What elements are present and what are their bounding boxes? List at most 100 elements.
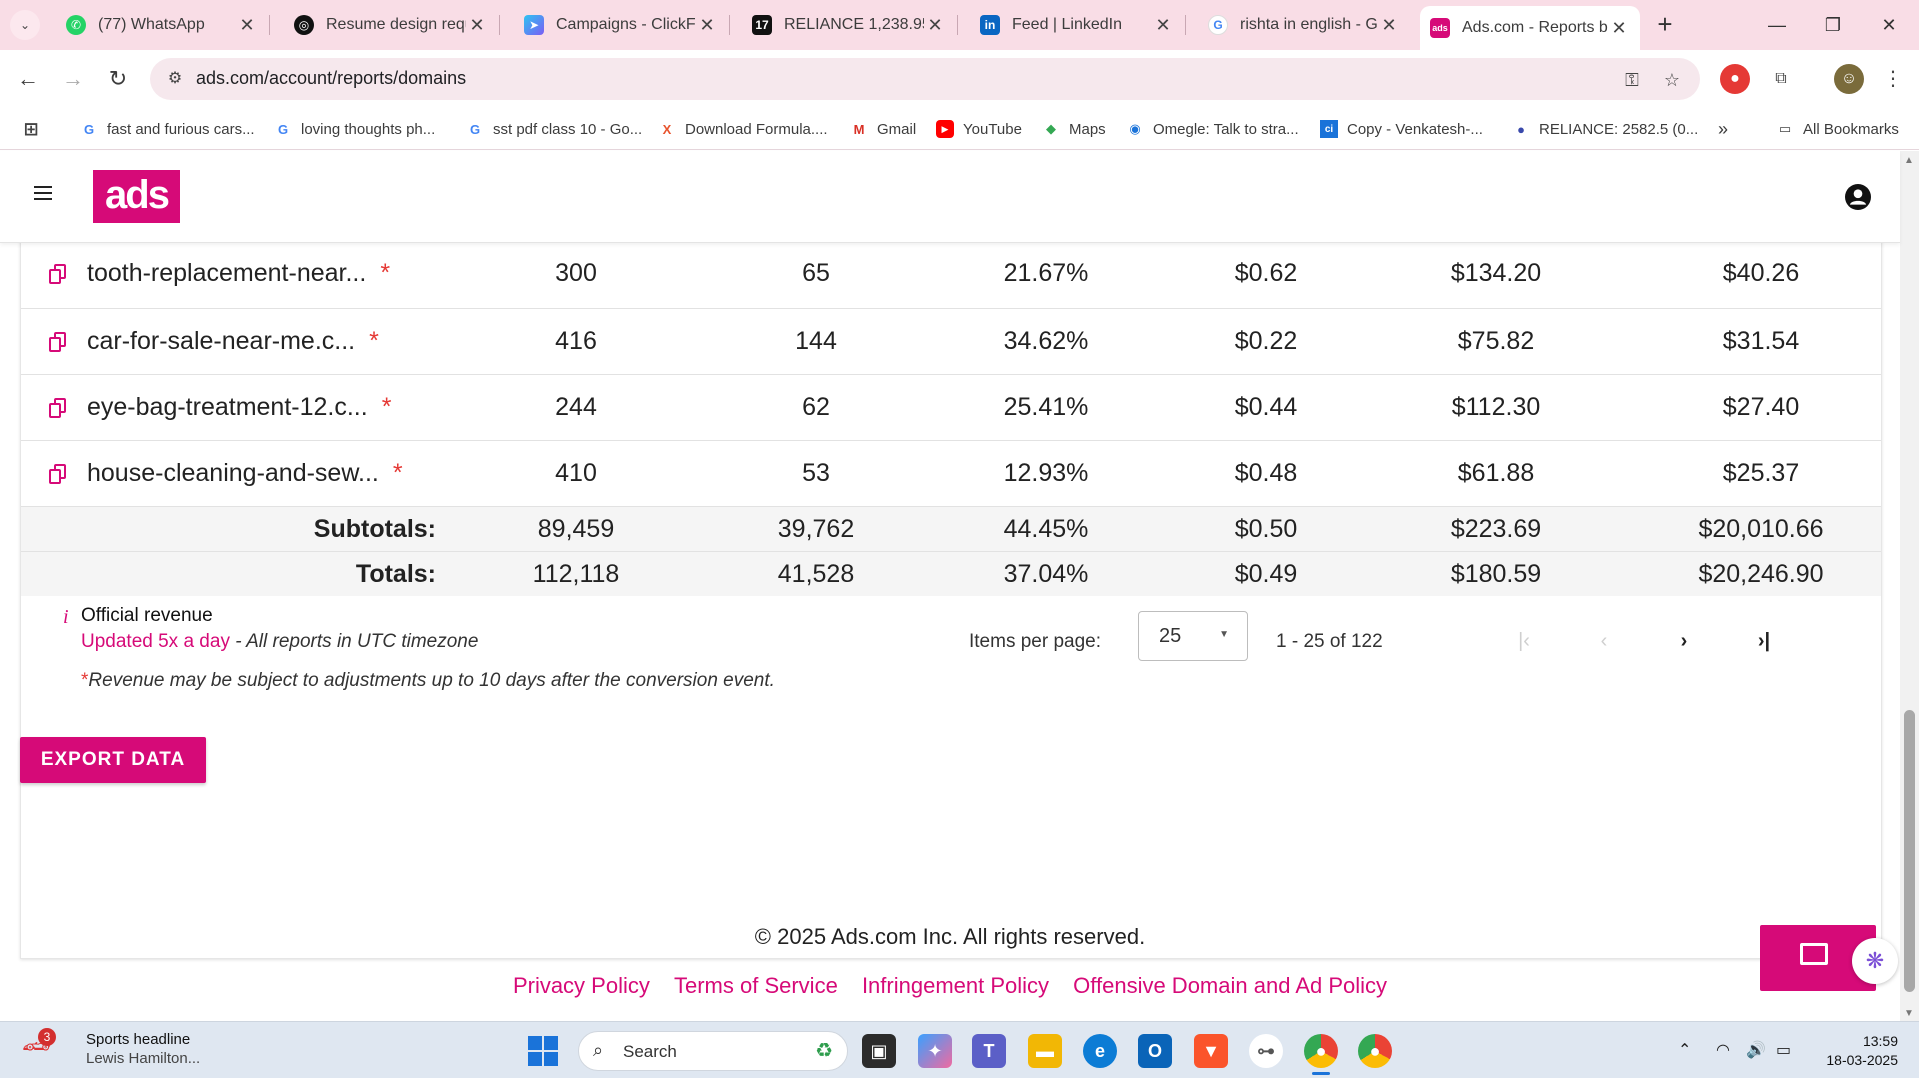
- minimize-icon[interactable]: —: [1752, 8, 1802, 42]
- bookmark-item[interactable]: ci Copy - Venkatesh-...: [1320, 117, 1483, 141]
- bookmark-item[interactable]: X Download Formula....: [658, 117, 828, 141]
- back-arrow-icon[interactable]: ←: [12, 63, 44, 95]
- tray-overflow-chevron-icon[interactable]: ⌃: [1678, 1040, 1691, 1060]
- domain-name[interactable]: car-for-sale-near-me.c...: [87, 327, 355, 356]
- copy-icon[interactable]: [49, 397, 67, 418]
- forward-arrow-icon[interactable]: →: [57, 63, 89, 95]
- file-explorer-icon[interactable]: ▬: [1028, 1034, 1062, 1068]
- reliance-icon: ●: [1517, 121, 1525, 137]
- extensions-puzzle-icon[interactable]: ⧉: [1766, 64, 1796, 94]
- bookmark-item[interactable]: ◆ Maps: [1042, 117, 1106, 141]
- site-info-icon[interactable]: ⚙: [164, 68, 186, 90]
- toggle-app-icon[interactable]: ⊶: [1249, 1034, 1283, 1068]
- hamburger-menu-icon[interactable]: [34, 186, 52, 200]
- infringement-policy-link[interactable]: Infringement Policy: [862, 973, 1049, 998]
- bookmark-item[interactable]: Gfast and furious cars...: [80, 117, 255, 141]
- updated-text: Updated 5x a day: [81, 631, 230, 652]
- teams-icon[interactable]: T: [972, 1034, 1006, 1068]
- chrome-icon[interactable]: ●: [1304, 1034, 1338, 1068]
- items-per-page-select[interactable]: 25 ▼: [1138, 611, 1248, 661]
- new-tab-plus-icon[interactable]: +: [1650, 10, 1680, 40]
- page-scrollbar[interactable]: ▲ ▼: [1900, 151, 1919, 1021]
- subtotals-label: Subtotals:: [313, 514, 436, 543]
- bookmark-item[interactable]: ◉ Omegle: Talk to stra...: [1126, 117, 1298, 141]
- scrollbar-thumb[interactable]: [1904, 710, 1915, 992]
- account-user-icon[interactable]: [1845, 184, 1871, 210]
- scroll-up-arrow-icon[interactable]: ▲: [1904, 155, 1914, 166]
- table-cell: 53: [802, 459, 830, 487]
- task-view-icon[interactable]: ▣: [862, 1034, 896, 1068]
- password-key-icon[interactable]: ⚿: [1618, 66, 1646, 94]
- ads-logo[interactable]: ads: [93, 170, 180, 223]
- close-window-icon[interactable]: ✕: [1864, 8, 1914, 42]
- bookmark-item[interactable]: Gloving thoughts ph...: [274, 117, 435, 141]
- scroll-down-arrow-icon[interactable]: ▼: [1904, 1008, 1914, 1019]
- close-tab-icon[interactable]: ✕: [696, 15, 718, 36]
- copy-icon[interactable]: [49, 463, 67, 484]
- outlook-icon[interactable]: O: [1138, 1034, 1172, 1068]
- domain-name[interactable]: tooth-replacement-near...: [87, 259, 366, 288]
- more-bookmarks-chevron-icon[interactable]: »: [1718, 117, 1728, 141]
- close-tab-icon[interactable]: ✕: [1152, 15, 1174, 36]
- offensive-domain-policy-link[interactable]: Offensive Domain and Ad Policy: [1073, 973, 1387, 998]
- tab-clickflare[interactable]: ➤ Campaigns - ClickFla ✕: [514, 6, 730, 44]
- bookmark-star-icon[interactable]: ☆: [1658, 66, 1686, 94]
- revenue-asterisk: *: [392, 459, 403, 487]
- ci-icon: ci: [1320, 120, 1338, 138]
- close-tab-icon[interactable]: ✕: [1608, 18, 1630, 39]
- taskbar-search[interactable]: ⌕ Search ♻: [578, 1031, 848, 1071]
- news-widget[interactable]: 🏎 3 Sports headline Lewis Hamilton...: [22, 1028, 200, 1070]
- export-data-button[interactable]: EXPORT DATA: [20, 737, 206, 783]
- apps-grid-icon[interactable]: ⊞: [22, 117, 49, 141]
- chrome-profile-icon[interactable]: ●: [1358, 1034, 1392, 1068]
- privacy-policy-link[interactable]: Privacy Policy: [513, 973, 650, 998]
- volume-icon[interactable]: 🔊: [1746, 1040, 1766, 1060]
- all-bookmarks[interactable]: ▭ All Bookmarks: [1776, 117, 1899, 141]
- brave-icon[interactable]: ▼: [1194, 1034, 1228, 1068]
- tab-tradingview[interactable]: 17 RELIANCE 1,238.95 ▲ ✕: [742, 6, 958, 44]
- edge-icon[interactable]: e: [1083, 1034, 1117, 1068]
- close-tab-icon[interactable]: ✕: [1378, 15, 1400, 36]
- table-cell: 416: [555, 327, 597, 355]
- more-menu-icon[interactable]: ⋮: [1878, 64, 1908, 94]
- system-clock[interactable]: 13:59 18-03-2025: [1818, 1032, 1898, 1070]
- wifi-icon[interactable]: ◠: [1716, 1040, 1730, 1060]
- battery-icon[interactable]: ▭: [1776, 1040, 1791, 1060]
- tab-linkedin[interactable]: in Feed | LinkedIn ✕: [970, 6, 1186, 44]
- copy-icon[interactable]: [49, 331, 67, 352]
- tab-whatsapp[interactable]: ✆ (77) WhatsApp ✕: [56, 6, 270, 44]
- tab-ads-reports[interactable]: ads Ads.com - Reports by ✕: [1420, 6, 1640, 50]
- domain-name[interactable]: eye-bag-treatment-12.c...: [87, 393, 368, 422]
- reload-icon[interactable]: ↻: [102, 63, 134, 95]
- table-cell: 21.67%: [1003, 259, 1089, 287]
- close-tab-icon[interactable]: ✕: [466, 15, 488, 36]
- tab-google-search[interactable]: G rishta in english - Go ✕: [1198, 6, 1410, 44]
- copilot-icon[interactable]: ✦: [918, 1034, 952, 1068]
- tab-search-chevron-icon[interactable]: ⌄: [10, 10, 40, 40]
- url-text[interactable]: ads.com/account/reports/domains: [196, 68, 466, 89]
- tab-chatgpt[interactable]: ◎ Resume design reque ✕: [284, 6, 500, 44]
- previous-page-icon[interactable]: ‹: [1589, 626, 1619, 656]
- next-page-icon[interactable]: ›: [1669, 626, 1699, 656]
- bookmark-item[interactable]: ▶ YouTube: [936, 117, 1022, 141]
- bookmark-label: fast and furious cars...: [107, 120, 255, 138]
- windows-start-icon[interactable]: [528, 1036, 558, 1066]
- x-mark-icon: X: [662, 121, 672, 137]
- copy-icon[interactable]: [49, 263, 67, 284]
- bookmark-item[interactable]: Gsst pdf class 10 - Go...: [466, 117, 642, 141]
- terms-of-service-link[interactable]: Terms of Service: [674, 973, 838, 998]
- adjust-text: Revenue may be subject to adjustments up…: [88, 670, 775, 691]
- close-tab-icon[interactable]: ✕: [924, 15, 946, 36]
- domain-name[interactable]: house-cleaning-and-sew...: [87, 459, 379, 488]
- profile-avatar[interactable]: ☺: [1834, 64, 1864, 94]
- close-tab-icon[interactable]: ✕: [236, 15, 258, 36]
- first-page-icon[interactable]: |‹: [1509, 626, 1539, 656]
- bookmark-item[interactable]: M Gmail: [850, 117, 917, 141]
- last-page-icon[interactable]: ›|: [1749, 626, 1779, 656]
- restore-icon[interactable]: ❐: [1808, 8, 1858, 42]
- gmail-icon: M: [853, 121, 865, 137]
- bookmark-item[interactable]: ● RELIANCE: 2582.5 (0...: [1512, 117, 1698, 141]
- address-bar[interactable]: ⚙ ads.com/account/reports/domains ⚿ ☆: [150, 58, 1700, 100]
- extension-record-icon[interactable]: ●: [1720, 64, 1750, 94]
- ai-assistant-brain-icon[interactable]: ❋: [1852, 938, 1898, 984]
